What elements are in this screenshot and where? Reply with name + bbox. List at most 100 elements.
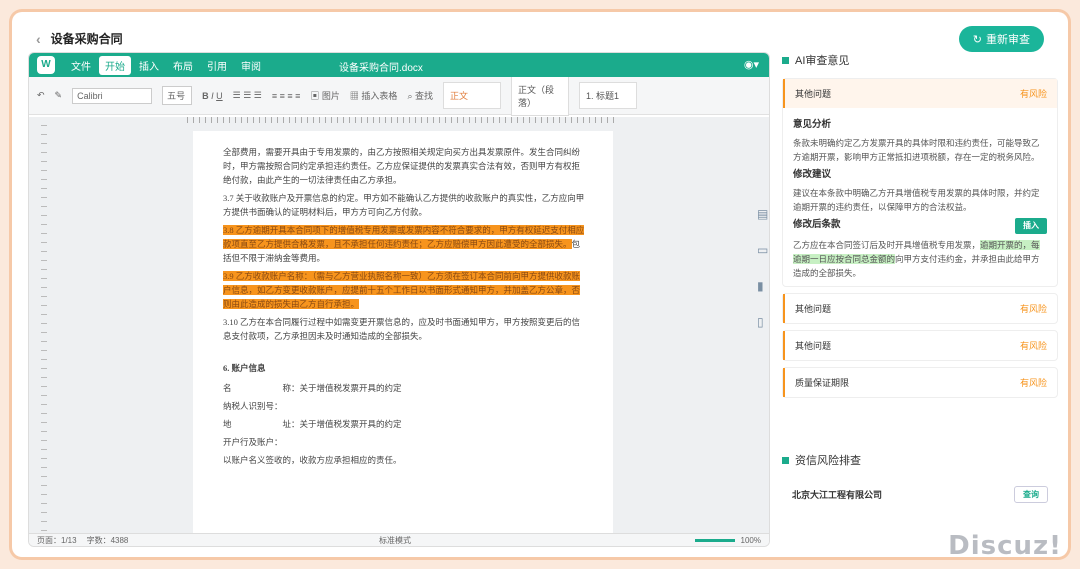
issue-card[interactable]: 其他问题 有风险 (782, 293, 1058, 324)
document-title: 设备采购合同.docx (339, 63, 423, 74)
issue-row[interactable]: 其他问题 有风险 (783, 294, 1057, 323)
menu-layout[interactable]: 布局 (167, 56, 199, 75)
table-button[interactable]: ▦ 插入表格 (350, 89, 398, 102)
doc-paragraph-highlight: 3.8 乙方逾期开具本合同项下的增值税专用发票或发票内容不符合要求的，甲方有权延… (223, 223, 585, 265)
editor-menubar: W 文件 开始 插入 布局 引用 审阅 设备采购合同.docx ◉▾ (29, 53, 769, 77)
vertical-ruler (41, 125, 47, 535)
analysis-text: 条款未明确约定乙方发票开具的具体时限和违约责任，可能导致乙方逾期开票，影响甲方正… (793, 138, 1040, 162)
ai-review-panel: AI审查意见 其他问题 有风险 意见分析 条款未明确约定乙方发票开具的具体时限和违… (782, 52, 1058, 547)
find-button[interactable]: ⌕ 查找 (407, 89, 433, 102)
font-select[interactable]: Calibri (72, 87, 153, 104)
style-heading1[interactable]: 1. 标题1 (579, 82, 637, 109)
horizontal-ruler (187, 117, 615, 123)
risk-badge: 有风险 (1019, 341, 1047, 351)
track-icon[interactable]: ▭ (757, 243, 768, 257)
wps-logo: W (37, 56, 55, 74)
issue-card[interactable]: 其他问题 有风险 (782, 330, 1058, 361)
insert-button[interactable]: 插入 (1015, 218, 1047, 234)
zoom-slider[interactable] (694, 538, 735, 542)
find-label: 查找 (414, 91, 433, 101)
section-heading: 6. 账户信息 (223, 363, 266, 373)
document-page[interactable]: 全部费用，需要开具由于专用发票的，由乙方按照相关规定向买方出具发票原件。发生合同… (193, 131, 613, 535)
suggest-text: 建议在本条款中明确乙方开具增值税专用发票的具体时限，并约定逾期开票的违约责任，以… (793, 188, 1040, 212)
status-bar: 页面：1/13 字数：4388 标准模式 100% (29, 533, 769, 546)
issue-card-open: 其他问题 有风险 意见分析 条款未明确约定乙方发票开具的具体时限和违约责任，可能导… (782, 78, 1058, 287)
image-label: 图片 (321, 91, 340, 101)
rewrite-header: 修改后条款 插入 (793, 218, 1047, 234)
size-select[interactable]: 五号 (162, 86, 193, 105)
issue-label: 其他问题 (795, 89, 832, 99)
panel-title: AI审查意见 (795, 55, 850, 67)
doc-paragraph: 3.7 关于收款账户及开票信息的约定。甲方如不能确认乙方提供的收款账户的真实性，… (223, 193, 585, 217)
doc-paragraph-highlight: 3.9 乙方收款账户名称：（需与乙方营业执照名称一致）乙方须在签订本合同前向甲方… (223, 269, 585, 311)
risk-badge: 有风险 (1019, 89, 1047, 99)
zoom-level: 100% (740, 535, 761, 545)
credit-header: 资信风险排查 (782, 452, 1058, 468)
page-header: ‹ 设备采购合同 (36, 30, 123, 47)
issue-label: 其他问题 (795, 304, 832, 314)
field-line: 以账户名义签收的，收款方应承担相应的责任。 (223, 455, 402, 465)
style-paragraph[interactable]: 正文（段落） (511, 75, 569, 116)
bookmark-icon[interactable]: ▮ (757, 279, 768, 293)
re-review-label: 重新审查 (986, 34, 1030, 46)
issue-detail: 意见分析 条款未明确约定乙方发票开具的具体时限和违约责任，可能导致乙方逾期开票，… (783, 108, 1057, 286)
page-title: 设备采购合同 (50, 32, 123, 46)
field-line: 开户行及账户： (223, 437, 283, 447)
align-icon[interactable]: ≡ ≡ ≡ ≡ (272, 91, 301, 101)
rewrite-title: 修改后条款 (793, 219, 841, 230)
comment-icon[interactable]: ▤ (757, 207, 768, 221)
refresh-icon: ↻ (972, 33, 982, 46)
menu-insert[interactable]: 插入 (133, 56, 165, 75)
doc-paragraph: 全部费用，需要开具由于专用发票的，由乙方按照相关规定向买方出具发票原件。发生合同… (223, 147, 581, 185)
menu-reference[interactable]: 引用 (201, 56, 233, 75)
field-line: 地 址：关于增值税发票开具的约定 (223, 419, 402, 429)
menu-review[interactable]: 审阅 (235, 56, 267, 75)
panel-header: AI审查意见 (782, 52, 1058, 68)
issue-label: 质量保证期限 (795, 378, 850, 388)
app-frame: ‹ 设备采购合同 ↻ 重新审查 W 文件 开始 插入 布局 引用 审阅 设备采购合… (12, 12, 1068, 557)
issue-row[interactable]: 其他问题 有风险 (783, 331, 1057, 360)
company-row: 北京大江工程有限公司 查询 (782, 478, 1058, 511)
issue-row[interactable]: 其他问题 有风险 (783, 79, 1057, 108)
doc-paragraph: 3.10 乙方在本合同履行过程中如需变更开票信息的，应及时书面通知甲方，甲方按照… (223, 317, 581, 341)
view-icon[interactable]: ◉▾ (744, 58, 759, 71)
word-count: 字数：4388 (86, 535, 129, 545)
undo-icon[interactable]: ↶ (37, 90, 45, 101)
bold-icon[interactable]: B I U (202, 91, 223, 101)
view-mode[interactable]: 标准模式 (379, 535, 411, 546)
image-button[interactable]: ▣ 图片 (310, 89, 340, 102)
page-count: 页面：1/13 (37, 535, 77, 545)
credit-title: 资信风险排查 (795, 455, 861, 467)
menu-file[interactable]: 文件 (65, 56, 97, 75)
rewrite-part: 乙方应在本合同签订后及时开具增值税专用发票， (793, 240, 981, 250)
style-normal[interactable]: 正文 (443, 82, 501, 109)
risk-badge: 有风险 (1019, 378, 1047, 388)
section-marker-icon (782, 456, 789, 464)
field-line: 名 称：关于增值税发票开具的约定 (223, 383, 402, 393)
menu-home[interactable]: 开始 (99, 55, 131, 75)
risk-badge: 有风险 (1019, 304, 1047, 314)
side-toolbar: ▤ ▭ ▮ ▯ (757, 207, 768, 329)
list-icon[interactable]: ☰ ☰ ☰ (233, 90, 262, 101)
issue-label: 其他问题 (795, 341, 832, 351)
field-line: 纳税人识别号： (223, 401, 283, 411)
risk-highlight[interactable]: 3.9 乙方收款账户名称：（需与乙方营业执照名称一致）乙方须在签订本合同前向甲方… (223, 271, 581, 309)
company-name: 北京大江工程有限公司 (792, 490, 883, 500)
back-icon[interactable]: ‹ (36, 31, 41, 47)
re-review-button[interactable]: ↻ 重新审查 (958, 26, 1044, 52)
document-icon[interactable]: ▯ (757, 315, 768, 329)
format-toolbar: ↶ ✎ Calibri 五号 B I U ☰ ☰ ☰ ≡ ≡ ≡ ≡ ▣ 图片 … (29, 75, 769, 116)
format-painter-icon[interactable]: ✎ (55, 90, 63, 101)
document-canvas: 全部费用，需要开具由于专用发票的，由乙方按照相关规定向买方出具发票原件。发生合同… (29, 117, 769, 535)
rewrite-text: 乙方应在本合同签订后及时开具增值税专用发票，逾期开票的，每逾期一日应按合同总金额… (793, 238, 1047, 280)
suggest-title: 修改建议 (793, 169, 832, 180)
issue-card[interactable]: 质量保证期限 有风险 (782, 367, 1058, 398)
document-editor: W 文件 开始 插入 布局 引用 审阅 设备采购合同.docx ◉▾ ↶ ✎ C… (28, 52, 770, 547)
credit-section: 资信风险排查 北京大江工程有限公司 查询 (782, 452, 1058, 511)
watermark: Discuz! (948, 531, 1062, 561)
zoom-control[interactable]: 100% (694, 535, 761, 545)
query-button[interactable]: 查询 (1014, 486, 1048, 503)
analysis-title: 意见分析 (793, 119, 832, 130)
issue-row[interactable]: 质量保证期限 有风险 (783, 368, 1057, 397)
risk-highlight[interactable]: 3.8 乙方逾期开具本合同项下的增值税专用发票或发票内容不符合要求的，甲方有权延… (223, 225, 585, 249)
